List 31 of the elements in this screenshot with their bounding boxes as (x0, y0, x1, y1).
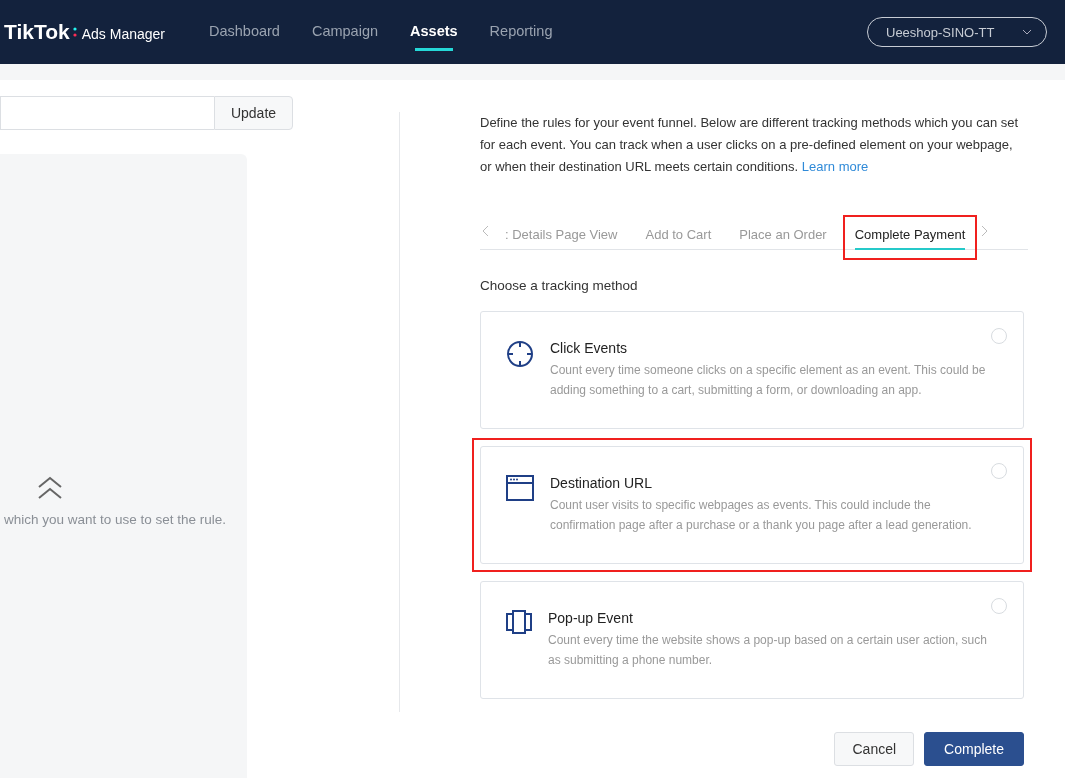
nav-tab[interactable]: Dashboard (209, 10, 280, 54)
method-card[interactable]: Pop-up Event Count every time the website shows a pop-up based on a certain user action, such as submitting a phone number. (480, 581, 1024, 699)
hint-text: which you want to use to set the rule. (4, 512, 227, 527)
nav-tab[interactable]: Reporting (489, 10, 553, 54)
method-description: Count user visits to specific webpages as events. This could include the confirmation page after a purchase or a thank you page after a lead generation. (550, 497, 973, 534)
popup-panels-icon (506, 610, 532, 634)
event-tab[interactable]: Complete Payment (854, 223, 966, 250)
caret-icon (1022, 29, 1032, 35)
section-label: Choose a tracking method (480, 278, 639, 293)
intro-text: Define the rules for your event funnel. Below are different tracking methods which you can set for each event. You can track when a user clicks on a pre-defined element on your webpage, or when their destination URL meets certain conditions. Learn more (480, 114, 1020, 176)
method-card[interactable]: Click Events Count every time someone clicks on a specific element as an event. This could be adding something to a cart, submitting a form, or downloading an app. (480, 311, 1024, 429)
double-chevron-up-icon (37, 476, 63, 500)
chevron-left-icon[interactable] (482, 225, 489, 237)
method-description: Count every time the website shows a pop-up based on a certain user action, such as submitting a phone number. (548, 632, 987, 669)
browser-window-icon (506, 475, 534, 501)
product-name: Ads Manager (81, 24, 166, 42)
method-card[interactable]: Destination URL Count user visits to specific webpages as events. This could include the confirmation page after a purchase or a thank you page after a lead generation. (480, 446, 1024, 564)
nav-tab[interactable]: Campaign (311, 10, 379, 54)
method-title: Destination URL (550, 475, 653, 491)
learn-more-link[interactable]: Learn more (801, 159, 869, 174)
update-button[interactable]: Update (214, 96, 293, 130)
cancel-button[interactable]: Cancel (834, 732, 915, 766)
colon-logo-icon (72, 26, 77, 38)
crosshair-icon (506, 340, 534, 368)
logo[interactable]: TikTok (4, 20, 70, 44)
method-title: Pop-up Event (548, 610, 634, 626)
complete-button[interactable]: Complete (924, 732, 1024, 766)
method-description: Count every time someone clicks on a specific element as an event. This could be adding something to a cart, submitting a form, or downloading an app. (550, 362, 987, 399)
method-title: Click Events (550, 340, 629, 356)
chevron-right-icon[interactable] (981, 225, 989, 237)
input-field[interactable] (0, 96, 214, 130)
